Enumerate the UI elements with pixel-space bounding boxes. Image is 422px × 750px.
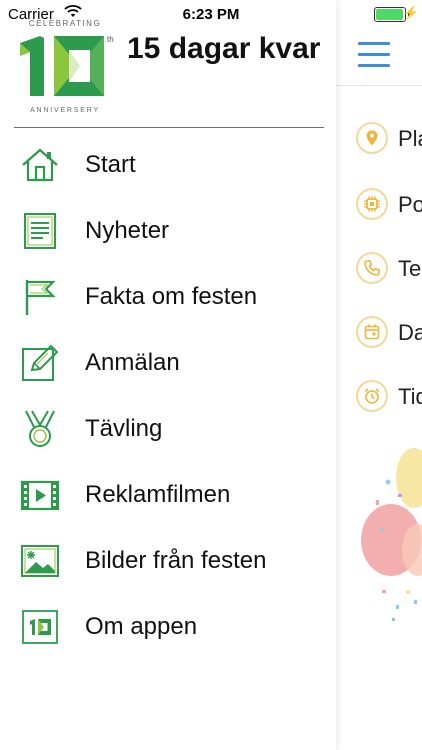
- flag-icon: [25, 280, 56, 315]
- menu-item-start[interactable]: Start: [0, 137, 336, 193]
- menu-item-bilder[interactable]: Bilder från festen: [0, 533, 336, 589]
- logo-bottom-text: ANNIVERSERY: [30, 107, 100, 114]
- edit-icon: [22, 344, 59, 381]
- status-time: 6:23 PM: [182, 6, 240, 23]
- info-row-text: Tid: [398, 384, 422, 409]
- countdown-text: 15 dagar kvar: [127, 32, 321, 65]
- hamburger-menu-button[interactable]: [358, 42, 390, 68]
- menu-item-reklamfilmen[interactable]: Reklamfilmen: [0, 467, 336, 523]
- logo-superscript: th: [107, 35, 114, 44]
- info-row-text: Po: [398, 192, 422, 217]
- menu-item-label: Nyheter: [85, 217, 170, 244]
- info-row-text: Pla: [398, 126, 422, 151]
- charging-bolt-icon: ⚡: [402, 5, 419, 20]
- calendar-icon: [356, 316, 388, 348]
- app-logo-icon: [22, 610, 58, 644]
- info-row-text: Da: [398, 320, 422, 345]
- menu-item-label: Tävling: [85, 415, 163, 442]
- header-divider: [336, 85, 422, 86]
- news-icon: [24, 213, 56, 249]
- film-icon: [20, 480, 60, 511]
- drawer-divider: [14, 127, 324, 128]
- menu-item-anmalan[interactable]: Anmälan: [0, 335, 336, 391]
- photo-icon: [21, 545, 59, 577]
- menu-item-label: Reklamfilmen: [85, 481, 231, 508]
- menu-item-fakta[interactable]: Fakta om festen: [0, 269, 336, 325]
- phone-icon: [356, 252, 388, 284]
- navigation-drawer: CELEBRATING th ANNIVERSERY 15 dagar kvar…: [0, 0, 336, 750]
- app-screen: Pla Po Te Da Tid: [0, 0, 422, 750]
- main-content: Pla Po Te Da Tid: [336, 0, 422, 750]
- menu-item-label: Anmälan: [85, 349, 180, 376]
- medal-icon: [25, 410, 55, 447]
- balloons-decoration-icon: [361, 448, 422, 621]
- alarm-clock-icon: [356, 380, 388, 412]
- anniversary-logo: CELEBRATING th ANNIVERSERY: [20, 19, 114, 114]
- menu-item-om-appen[interactable]: Om appen: [0, 599, 336, 655]
- battery-level: [376, 9, 403, 20]
- menu-item-nyheter[interactable]: Nyheter: [0, 203, 336, 259]
- menu-item-label: Start: [85, 151, 136, 178]
- menu-item-label: Bilder från festen: [85, 547, 267, 574]
- home-icon: [22, 148, 58, 182]
- status-bar: Carrier 6:23 PM ⚡: [0, 0, 422, 28]
- info-row-text: Te: [398, 256, 422, 281]
- menu-item-tavling[interactable]: Tävling: [0, 401, 336, 457]
- menu-item-label: Fakta om festen: [85, 283, 258, 310]
- battery-icon: [374, 7, 406, 22]
- chip-icon: [356, 188, 388, 220]
- location-pin-icon: [356, 122, 388, 154]
- menu-item-label: Om appen: [85, 613, 198, 640]
